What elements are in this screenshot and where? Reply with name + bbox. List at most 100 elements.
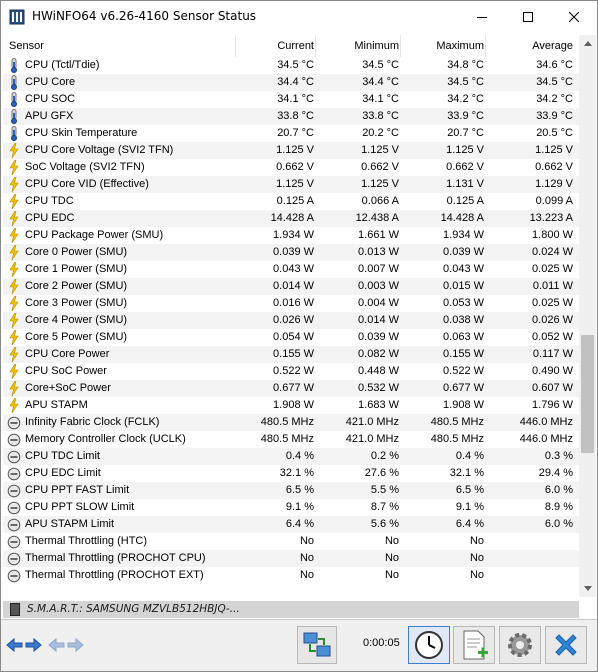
- vertical-scrollbar[interactable]: [579, 35, 596, 597]
- scroll-down-arrow-icon: [583, 586, 592, 591]
- column-header-sensor[interactable]: Sensor: [3, 35, 235, 57]
- table-row[interactable]: CPU PPT SLOW Limit 9.1 % 8.7 % 9.1 % 8.9 %: [3, 499, 579, 516]
- sensor-name: Core 1 Power (SMU): [3, 261, 235, 278]
- table-row[interactable]: Core 3 Power (SMU) 0.016 W 0.004 W 0.053 W 0…: [3, 295, 579, 312]
- table-row[interactable]: Core+SoC Power 0.677 W 0.532 W 0.677 W 0.607…: [3, 380, 579, 397]
- gauge-icon: [7, 518, 21, 532]
- table-row[interactable]: CPU SoC Power 0.522 W 0.448 W 0.522 W 0.490 …: [3, 363, 579, 380]
- maximum-value: 0.522 W: [443, 365, 484, 377]
- smart-group-header[interactable]: S.M.A.R.T.: SAMSUNG MZVLB512HBJQ-...: [3, 601, 579, 618]
- column-header-minimum[interactable]: Minimum: [315, 35, 400, 57]
- scroll-thumb[interactable]: [581, 335, 594, 453]
- scroll-up-button[interactable]: [579, 35, 596, 52]
- drive-icon: [10, 603, 20, 616]
- current-value: 0.014 W: [273, 280, 314, 292]
- table-row[interactable]: Memory Controller Clock (UCLK) 480.5 MHz 4…: [3, 431, 579, 448]
- table-row[interactable]: CPU EDC 14.428 A 12.438 A 14.428 A 13.223 A: [3, 210, 579, 227]
- sensor-name: CPU PPT FAST Limit: [3, 482, 235, 499]
- table-row[interactable]: CPU SOC 34.1 °C 34.1 °C 34.2 °C 34.2 °C: [3, 91, 579, 108]
- current-value: 34.4 °C: [277, 76, 314, 88]
- close-button[interactable]: [551, 1, 597, 32]
- sensor-name: CPU TDC: [3, 193, 235, 210]
- table-header: Sensor Current Minimum Maximum Average: [3, 35, 579, 57]
- minimum-value: 0.039 W: [358, 331, 399, 343]
- average-value: 13.223 A: [529, 212, 573, 224]
- table-row[interactable]: CPU Core Power 0.155 W 0.082 W 0.155 W 0.117…: [3, 346, 579, 363]
- table-row[interactable]: CPU Skin Temperature 20.7 °C 20.2 °C 20.7 °…: [3, 125, 579, 142]
- minimum-value: 34.1 °C: [362, 93, 399, 105]
- sensor-label: Core 3 Power (SMU): [25, 297, 128, 309]
- minimize-button[interactable]: [459, 1, 505, 32]
- table-row[interactable]: CPU TDC 0.125 A 0.066 A 0.125 A 0.099 A: [3, 193, 579, 210]
- current-value: 0.054 W: [273, 331, 314, 343]
- table-row[interactable]: APU STAPM 1.908 W 1.683 W 1.908 W 1.796 W: [3, 397, 579, 414]
- table-row[interactable]: CPU Core 34.4 °C 34.4 °C 34.5 °C 34.5 °C: [3, 74, 579, 91]
- average-value: 6.0 %: [544, 518, 573, 530]
- sensor-label: CPU EDC: [25, 212, 75, 224]
- sensor-name: APU STAPM Limit: [3, 516, 235, 533]
- average-value: 1.125 V: [535, 144, 573, 156]
- minimum-value: No: [384, 552, 399, 564]
- minimum-value: 5.6 %: [370, 518, 399, 530]
- minimum-value: 0.082 W: [358, 348, 399, 360]
- table-row[interactable]: CPU (Tctl/Tdie) 34.5 °C 34.5 °C 34.8 °C 34.6…: [3, 57, 579, 74]
- table-row[interactable]: Core 2 Power (SMU) 0.014 W 0.003 W 0.015 W 0…: [3, 278, 579, 295]
- minimum-value: 421.0 MHz: [345, 433, 399, 445]
- average-value: 0.099 A: [535, 195, 573, 207]
- title-bar: HWiNFO64 v6.26-4160 Sensor Status: [1, 1, 597, 32]
- table-row[interactable]: SoC Voltage (SVI2 TFN) 0.662 V 0.662 V 0.66…: [3, 159, 579, 176]
- switch-layout-button[interactable]: [5, 626, 43, 664]
- sensor-name: CPU Core: [3, 74, 235, 91]
- table-row[interactable]: CPU Package Power (SMU) 1.934 W 1.661 W 1.9…: [3, 227, 579, 244]
- maximize-button[interactable]: [505, 1, 551, 32]
- add-log-icon: [463, 630, 488, 660]
- current-value: No: [299, 535, 314, 547]
- table-row[interactable]: CPU Core Voltage (SVI2 TFN) 1.125 V 1.125 …: [3, 142, 579, 159]
- maximum-value: 0.063 W: [443, 331, 484, 343]
- column-header-maximum[interactable]: Maximum: [400, 35, 485, 57]
- table-row[interactable]: CPU TDC Limit 0.4 % 0.2 % 0.4 % 0.3 %: [3, 448, 579, 465]
- scroll-down-button[interactable]: [579, 580, 596, 597]
- sensor-name: Core 3 Power (SMU): [3, 295, 235, 312]
- column-header-current[interactable]: Current: [235, 35, 315, 57]
- minimum-value: 0.448 W: [358, 365, 399, 377]
- maximum-value: 0.4 %: [455, 450, 484, 462]
- sensor-name: Thermal Throttling (HTC): [3, 533, 235, 550]
- average-value: 446.0 MHz: [519, 433, 573, 445]
- sensor-label: CPU Core Power: [25, 348, 110, 360]
- clock-icon: [415, 631, 443, 659]
- column-header-average[interactable]: Average: [485, 35, 575, 57]
- voltage-bolt-icon: [9, 364, 19, 379]
- voltage-bolt-icon: [9, 296, 19, 311]
- sensor-table: Sensor Current Minimum Maximum Average C…: [3, 35, 579, 597]
- table-row[interactable]: Infinity Fabric Clock (FCLK) 480.5 MHz 421…: [3, 414, 579, 431]
- switch-layout-disabled-button[interactable]: [47, 626, 85, 664]
- gauge-icon: [7, 501, 21, 515]
- average-value: 1.800 W: [532, 229, 573, 241]
- network-button[interactable]: [297, 626, 337, 664]
- table-row[interactable]: CPU Core VID (Effective) 1.125 V 1.125 V 1.…: [3, 176, 579, 193]
- minimum-value: 5.5 %: [370, 484, 399, 496]
- voltage-bolt-icon: [9, 262, 19, 277]
- table-row[interactable]: Thermal Throttling (PROCHOT CPU) No No No: [3, 550, 579, 567]
- table-row[interactable]: Core 4 Power (SMU) 0.026 W 0.014 W 0.038 W 0…: [3, 312, 579, 329]
- table-row[interactable]: Thermal Throttling (PROCHOT EXT) No No No: [3, 567, 579, 584]
- sensor-name: CPU TDC Limit: [3, 448, 235, 465]
- elapsed-timer: 0:00:05: [363, 637, 400, 649]
- table-row[interactable]: CPU EDC Limit 32.1 % 27.6 % 32.1 % 29.4 %: [3, 465, 579, 482]
- gauge-icon: [7, 535, 21, 549]
- table-row[interactable]: APU STAPM Limit 6.4 % 5.6 % 6.4 % 6.0 %: [3, 516, 579, 533]
- sensor-label: Memory Controller Clock (UCLK): [25, 433, 186, 445]
- average-value: 34.6 °C: [536, 59, 573, 71]
- close-sensors-button[interactable]: [545, 626, 587, 664]
- sensor-label: CPU TDC: [25, 195, 74, 207]
- settings-button[interactable]: [499, 626, 541, 664]
- table-row[interactable]: Core 1 Power (SMU) 0.043 W 0.007 W 0.043 W 0…: [3, 261, 579, 278]
- logging-button[interactable]: [453, 626, 495, 664]
- reset-timer-button[interactable]: [408, 626, 450, 664]
- table-row[interactable]: Core 5 Power (SMU) 0.054 W 0.039 W 0.063 W 0…: [3, 329, 579, 346]
- table-row[interactable]: Core 0 Power (SMU) 0.039 W 0.013 W 0.039 W 0…: [3, 244, 579, 261]
- table-row[interactable]: APU GFX 33.8 °C 33.8 °C 33.9 °C 33.9 °C: [3, 108, 579, 125]
- table-row[interactable]: CPU PPT FAST Limit 6.5 % 5.5 % 6.5 % 6.0 %: [3, 482, 579, 499]
- table-row[interactable]: Thermal Throttling (HTC) No No No: [3, 533, 579, 550]
